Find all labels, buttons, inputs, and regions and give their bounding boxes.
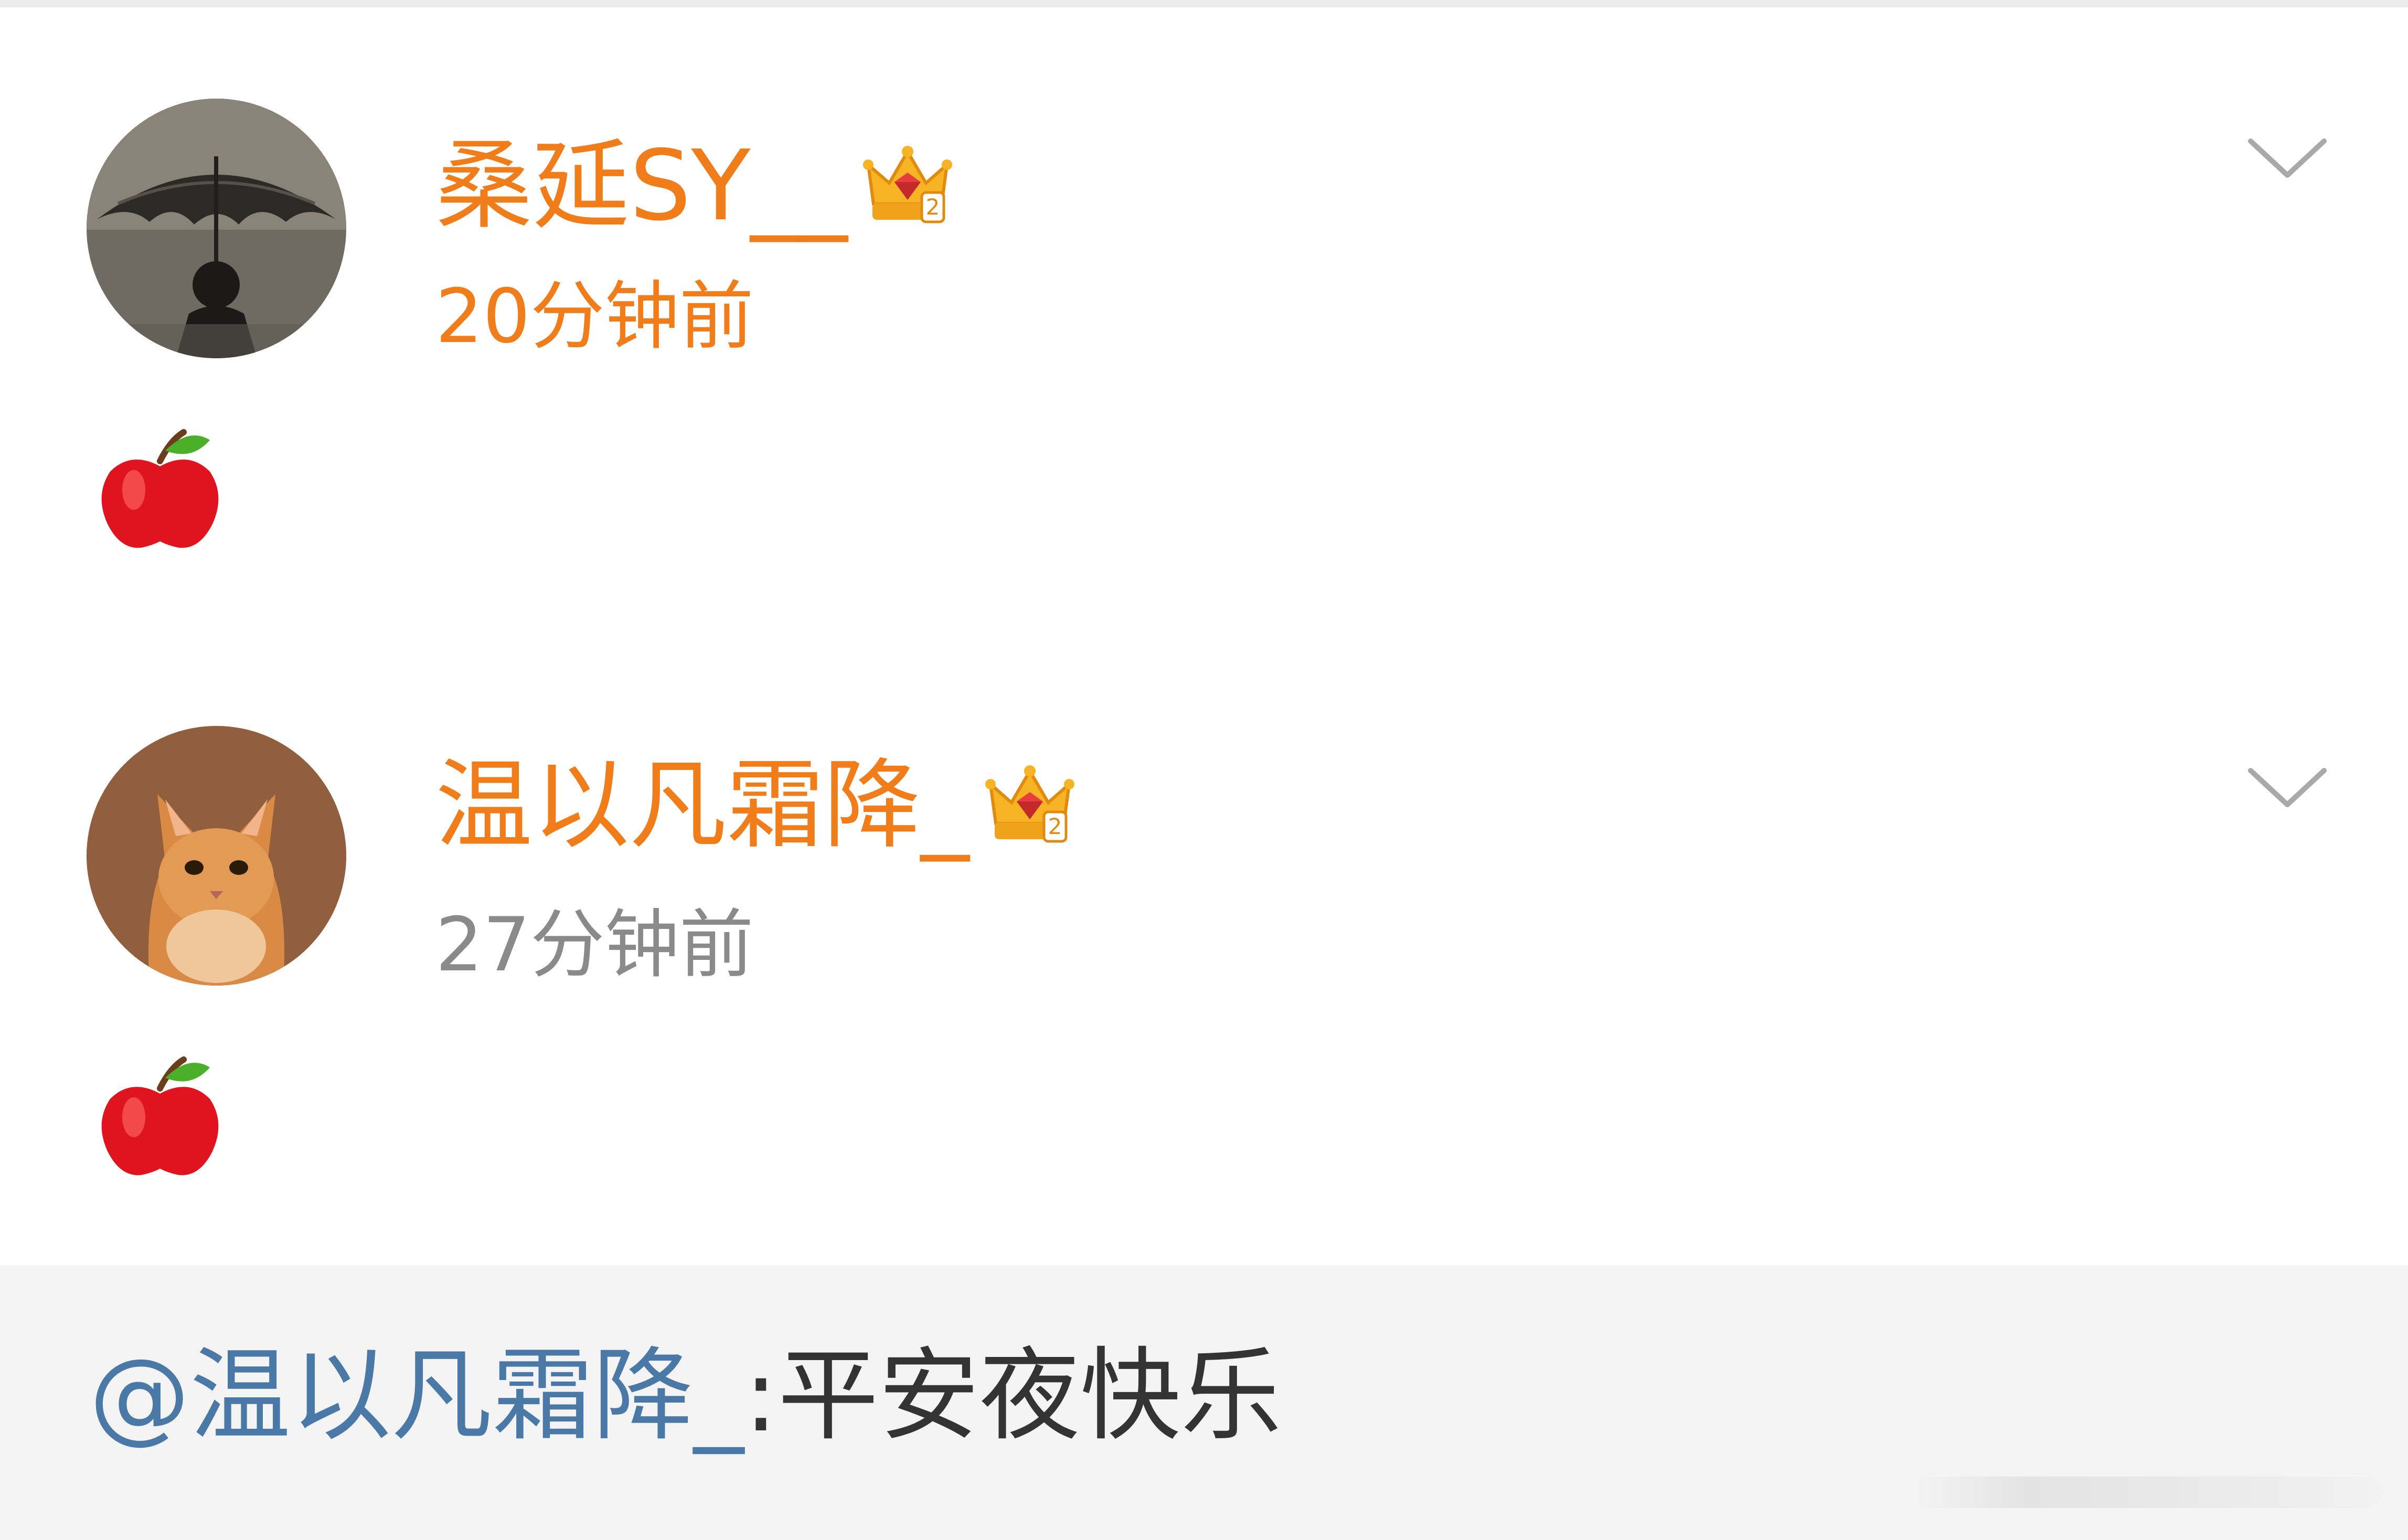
quoted-reply-text: @温以凡霜降_:平安夜快乐	[89, 1333, 1282, 1459]
scroll-indicator	[1910, 1477, 2382, 1508]
svg-text:2: 2	[1048, 814, 1062, 839]
chevron-down-icon[interactable]	[2240, 752, 2335, 826]
crown-icon: 2	[985, 761, 1074, 850]
crown-icon: 2	[863, 141, 953, 230]
username-text[interactable]: 桑延SY__	[435, 133, 847, 238]
avatar[interactable]	[87, 726, 346, 986]
username-text[interactable]: 温以凡霜降_	[435, 753, 969, 858]
top-divider	[0, 0, 2408, 7]
username[interactable]: 桑延SY__ 2	[435, 133, 953, 238]
comment-item: 温以凡霜降_ 2 27分钟前	[0, 636, 2408, 1265]
mention-link[interactable]: @温以凡霜降_	[89, 1338, 744, 1455]
svg-text:2: 2	[926, 194, 940, 220]
apple-emoji	[92, 422, 228, 558]
umbrella-figure-avatar	[87, 99, 346, 358]
apple-emoji	[92, 1049, 228, 1185]
timestamp: 27分钟前	[435, 902, 754, 988]
comment-item: 桑延SY__ 2 20分钟前	[0, 7, 2408, 637]
orange-cat-avatar	[87, 726, 346, 986]
timestamp: 20分钟前	[435, 273, 754, 360]
quoted-message: :平安夜快乐	[744, 1338, 1282, 1455]
username[interactable]: 温以凡霜降_ 2	[435, 753, 1074, 858]
chevron-down-icon[interactable]	[2240, 123, 2335, 196]
avatar[interactable]	[87, 99, 346, 358]
